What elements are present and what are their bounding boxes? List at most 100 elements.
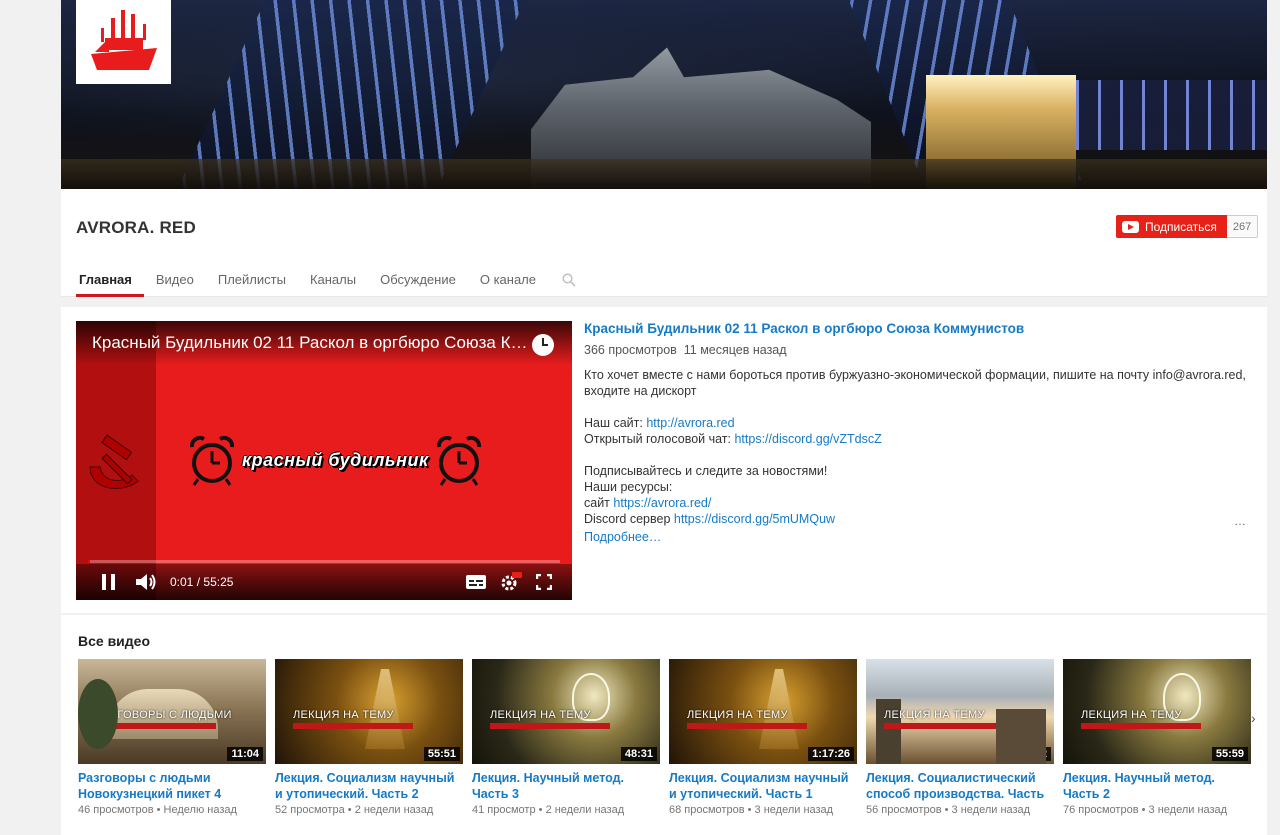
video-card-5[interactable]: ЛЕКЦИЯ НА ТЕМУ 49:22 Лекция. Социалистич…: [866, 659, 1054, 816]
video-views: 56 просмотров: [866, 804, 942, 816]
video-title[interactable]: Разговоры с людьми Новокузнецкий пикет 4…: [78, 770, 266, 802]
description-voice-line: Открытый голосовой чат: https://discord.…: [584, 432, 882, 446]
video-card-4[interactable]: ЛЕКЦИЯ НА ТЕМУ 1:17:26 Лекция. Социализм…: [669, 659, 857, 816]
video-thumbnail[interactable]: ЛЕКЦИЯ НА ТЕМУ 55:51: [275, 659, 463, 764]
video-views: 68 просмотров: [669, 804, 745, 816]
video-duration: 1:17:26: [808, 747, 854, 761]
video-thumbnail[interactable]: ЛЕКЦИЯ НА ТЕМУ 1:17:26: [669, 659, 857, 764]
video-meta: 68 просмотров • 3 недели назад: [669, 804, 857, 816]
all-videos-section: Все видео РАЗГОВОРЫ С ЛЮДЬМИ 11:04 Разго…: [61, 615, 1267, 835]
channel-avatar[interactable]: [76, 0, 171, 84]
video-age: 2 недели назад: [545, 804, 625, 816]
video-shelf: РАЗГОВОРЫ С ЛЮДЬМИ 11:04 Разговоры с люд…: [78, 659, 1251, 816]
alarm-clock-icon: [436, 435, 481, 486]
video-title[interactable]: Лекция. Социализм научный и утопический.…: [275, 770, 463, 802]
meta-separator: •: [1141, 804, 1146, 816]
thumbnail-caption: ЛЕКЦИЯ НА ТЕМУ: [1081, 709, 1182, 721]
tab-playlists[interactable]: Плейлисты: [206, 272, 298, 297]
video-duration: 55:51: [423, 747, 460, 761]
channel-title[interactable]: AVRORA. RED: [76, 218, 196, 238]
description-subscribe-line: Подписывайтесь и следите за новостями!: [584, 464, 828, 478]
video-age: 3 недели назад: [951, 804, 1031, 816]
video-card-1[interactable]: РАЗГОВОРЫ С ЛЮДЬМИ 11:04 Разговоры с люд…: [78, 659, 266, 816]
video-age: Неделю назад: [163, 804, 237, 816]
player-controls: 0:01 / 55:25: [76, 560, 572, 600]
meta-separator: •: [747, 804, 752, 816]
description-discord-line: Discord сервер https://discord.gg/5mUMQu…: [584, 512, 836, 526]
chevron-right-icon[interactable]: ›: [1251, 710, 1263, 726]
video-views: 52 просмотра: [275, 804, 345, 816]
meta-separator: •: [156, 804, 161, 816]
player-title[interactable]: Красный Будильник 02 11 Раскол в оргбюро…: [76, 321, 572, 365]
thumbnail-caption: РАЗГОВОРЫ С ЛЮДЬМИ: [96, 709, 232, 721]
video-meta: 41 просмотр • 2 недели назад: [472, 804, 660, 816]
video-thumbnail[interactable]: ЛЕКЦИЯ НА ТЕМУ 55:59: [1063, 659, 1251, 764]
settings-icon[interactable]: [500, 564, 522, 600]
subscribe-button[interactable]: Подписаться: [1116, 215, 1227, 238]
subscribe-group: Подписаться 267: [1116, 215, 1259, 238]
featured-video-section: Красный Будильник 02 11 Раскол в оргбюро…: [61, 307, 1267, 613]
video-meta: 76 просмотров • 3 недели назад: [1063, 804, 1251, 816]
tab-channels[interactable]: Каналы: [298, 272, 368, 297]
video-title[interactable]: Лекция. Научный метод. Часть 3: [472, 770, 660, 802]
progress-bar[interactable]: [88, 560, 560, 563]
fullscreen-icon[interactable]: [536, 564, 552, 600]
subscriber-count: 267: [1226, 215, 1259, 238]
tab-home[interactable]: Главная: [76, 272, 144, 297]
broadcast-logo: красный будильник: [186, 433, 485, 487]
video-card-6[interactable]: ЛЕКЦИЯ НА ТЕМУ 55:59 Лекция. Научный мет…: [1063, 659, 1251, 816]
site2-link[interactable]: https://avrora.red/: [613, 496, 711, 510]
video-views: 76 просмотров: [1063, 804, 1139, 816]
featured-age: 11 месяцев назад: [683, 343, 787, 357]
video-card-3[interactable]: ЛЕКЦИЯ НА ТЕМУ 48:31 Лекция. Научный мет…: [472, 659, 660, 816]
more-link[interactable]: Подробнее…: [584, 529, 1254, 545]
site-link[interactable]: http://avrora.red: [646, 416, 734, 430]
video-views: 46 просмотров: [78, 804, 154, 816]
video-card-2[interactable]: ЛЕКЦИЯ НА ТЕМУ 55:51 Лекция. Социализм н…: [275, 659, 463, 816]
video-thumbnail[interactable]: ЛЕКЦИЯ НА ТЕМУ 49:22: [866, 659, 1054, 764]
video-meta: 46 просмотров • Неделю назад: [78, 804, 266, 816]
featured-views: 366 просмотров: [584, 343, 677, 357]
description-site2-line: сайт https://avrora.red/: [584, 496, 712, 510]
video-age: 2 недели назад: [354, 804, 434, 816]
video-views: 41 просмотр: [472, 804, 536, 816]
time-display: 0:01 / 55:25: [170, 575, 234, 589]
description-ellipsis: …: [1234, 514, 1246, 528]
video-duration: 55:59: [1211, 747, 1248, 761]
video-player[interactable]: Красный Будильник 02 11 Раскол в оргбюро…: [76, 321, 572, 600]
thumbnail-caption: ЛЕКЦИЯ НА ТЕМУ: [490, 709, 591, 721]
search-icon[interactable]: [562, 273, 576, 287]
video-age: 3 недели назад: [1148, 804, 1228, 816]
video-meta: 52 просмотра • 2 недели назад: [275, 804, 463, 816]
video-duration: 11:04: [227, 747, 263, 761]
featured-video-title[interactable]: Красный Будильник 02 11 Раскол в оргбюро…: [584, 321, 1254, 337]
video-duration: 48:31: [620, 747, 657, 761]
section-title[interactable]: Все видео: [78, 633, 150, 649]
meta-separator: •: [944, 804, 949, 816]
video-title[interactable]: Лекция. Научный метод. Часть 2: [1063, 770, 1251, 802]
video-duration: 49:22: [1014, 747, 1051, 761]
tab-about[interactable]: О канале: [468, 272, 548, 297]
description-resources-label: Наши ресурсы:: [584, 480, 673, 494]
discord-link[interactable]: https://discord.gg/5mUMQuw: [674, 512, 835, 526]
subtitles-icon[interactable]: [466, 564, 486, 600]
featured-video-info: Красный Будильник 02 11 Раскол в оргбюро…: [584, 321, 1254, 545]
volume-icon[interactable]: [136, 564, 156, 600]
video-title[interactable]: Лекция. Социализм научный и утопический.…: [669, 770, 857, 802]
video-thumbnail[interactable]: РАЗГОВОРЫ С ЛЮДЬМИ 11:04: [78, 659, 266, 764]
pause-icon[interactable]: [102, 564, 120, 600]
video-meta: 56 просмотров • 3 недели назад: [866, 804, 1054, 816]
video-thumbnail[interactable]: ЛЕКЦИЯ НА ТЕМУ 48:31: [472, 659, 660, 764]
video-age: 3 недели назад: [754, 804, 834, 816]
ship-logo-icon: [86, 4, 161, 80]
video-title[interactable]: Лекция. Социалистический способ производ…: [866, 770, 1054, 802]
tab-discussion[interactable]: Обсуждение: [368, 272, 468, 297]
thumbnail-caption: ЛЕКЦИЯ НА ТЕМУ: [293, 709, 394, 721]
description-text: Кто хочет вместе с нами бороться против …: [584, 368, 1246, 398]
youtube-logo-icon: [1122, 220, 1139, 233]
watch-later-icon[interactable]: [532, 334, 554, 356]
channel-tabs: Главная Видео Плейлисты Каналы Обсуждени…: [76, 272, 576, 297]
tab-videos[interactable]: Видео: [144, 272, 206, 297]
meta-separator: •: [347, 804, 352, 816]
voice-chat-link[interactable]: https://discord.gg/vZTdscZ: [734, 432, 881, 446]
